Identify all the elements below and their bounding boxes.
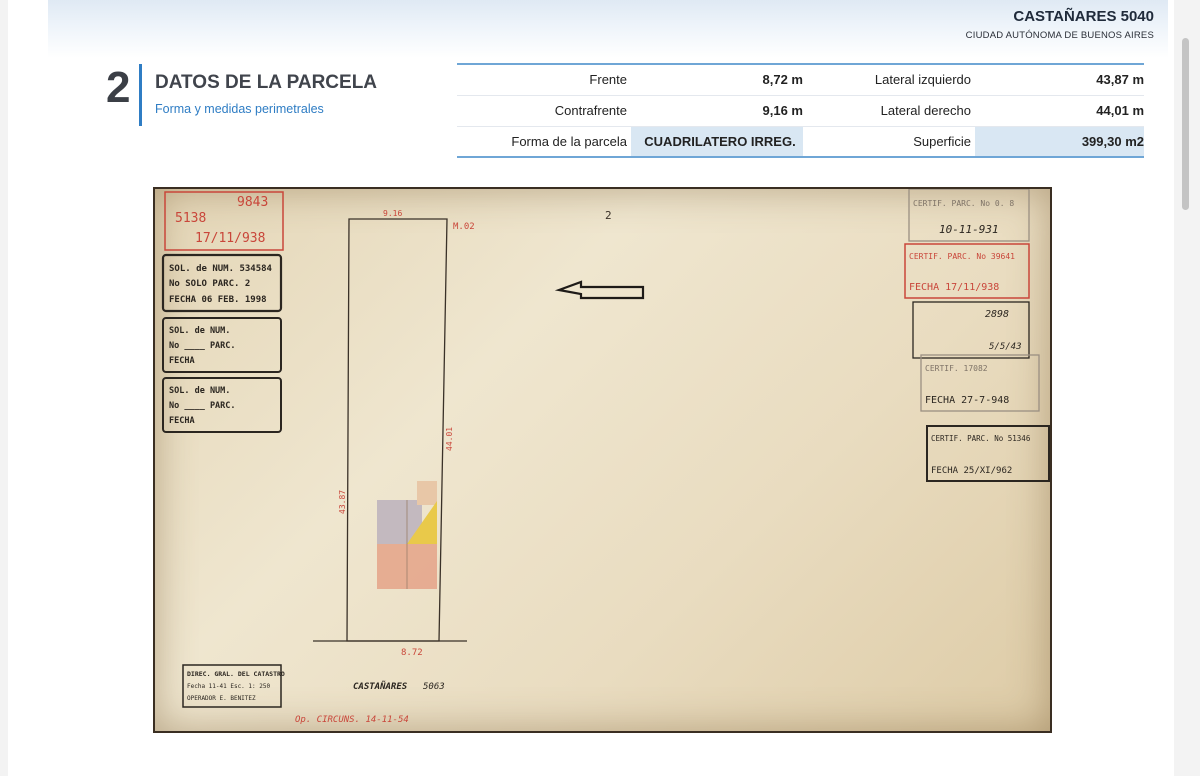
section-title: DATOS DE LA PARCELA <box>155 72 378 93</box>
right-stamp1-line2: 10-11-931 <box>939 223 999 236</box>
table-row: Frente 8,72 m Lateral izquierdo 43,87 m <box>457 63 1144 96</box>
stamp-sol1-line2: No SOLO PARC. 2 <box>169 279 250 289</box>
stamp-sol1-line3: FECHA 06 FEB. 1998 <box>169 295 267 305</box>
lateral-izq-label: Lateral izquierdo <box>803 63 975 96</box>
lateral-izq-value: 43,87 m <box>975 63 1144 96</box>
right-stamp1-line1: CERTIF. PARC. No 0. 8 <box>913 199 1014 208</box>
stamp-sol3-line3: FECHA <box>169 416 195 426</box>
lot-right-label: M.02 <box>453 222 475 232</box>
catastro-line1: DIREC. GRAL. DEL CATASTRO <box>187 670 285 678</box>
stamp-sol2-line2: No ____ PARC. <box>169 341 236 351</box>
frente-value: 8,72 m <box>631 63 803 96</box>
street-number: 5063 <box>423 682 445 692</box>
right-stamp2-line1: CERTIF. PARC. No 39641 <box>909 252 1015 261</box>
section-number: 2 <box>106 63 131 112</box>
header-band <box>48 0 1168 58</box>
forma-label: Forma de la parcela <box>457 126 631 158</box>
scrollbar-thumb[interactable] <box>1182 38 1189 210</box>
right-stamp3-line2: 5/5/43 <box>989 342 1022 352</box>
lateral-der-label: Lateral derecho <box>803 95 975 127</box>
right-stamp5-line2: FECHA 25/XI/962 <box>931 466 1012 476</box>
bottom-note: Op. CIRCUNS. 14-11-54 <box>295 715 409 725</box>
stamp-sol3-line1: SOL. de NUM. <box>169 386 230 396</box>
city-subtitle: CIUDAD AUTÓNOMA DE BUENOS AIRES <box>965 30 1154 41</box>
frente-label: Frente <box>457 63 631 96</box>
address-title: CASTAÑARES 5040 <box>1013 8 1154 25</box>
stamp-tl-line3: 17/11/938 <box>195 231 265 246</box>
right-stamp5-line1: CERTIF. PARC. No 51346 <box>931 434 1031 443</box>
catastro-line2: Fecha 11-41 Esc. 1: 250 <box>187 683 270 690</box>
stamp-tl-line1: 9843 <box>237 195 268 210</box>
stamp-sol2-line3: FECHA <box>169 356 195 366</box>
superficie-label: Superficie <box>803 126 975 158</box>
left-measure: 43.87 <box>338 490 347 514</box>
lateral-der-value: 44,01 m <box>975 95 1144 127</box>
contrafrente-value: 9,16 m <box>631 95 803 127</box>
street-name: CASTAÑARES <box>353 681 408 692</box>
right-stamp4-line2: FECHA 27-7-948 <box>925 395 1009 406</box>
stamp-tl-line2: 5138 <box>175 211 206 226</box>
stamp-sol3-line2: No ____ PARC. <box>169 401 236 411</box>
table-row: Forma de la parcela CUADRILATERO IRREG. … <box>457 126 1144 158</box>
superficie-value: 399,30 m2 <box>975 126 1144 158</box>
contrafrente-label: Contrafrente <box>457 95 631 127</box>
document-page: CASTAÑARES 5040 CIUDAD AUTÓNOMA DE BUENO… <box>8 0 1174 776</box>
right-stamp3-line1: 2898 <box>985 309 1009 320</box>
top-measure: 9.16 <box>383 209 402 218</box>
section-accent-bar <box>139 64 142 126</box>
stamp-sol2-line1: SOL. de NUM. <box>169 326 230 336</box>
cadastral-plan-image: 9843 5138 17/11/938 SOL. de NUM. 534584 … <box>153 187 1052 733</box>
bottom-measure: 8.72 <box>401 648 423 658</box>
top-code: 2 <box>605 209 612 222</box>
orientation-arrow <box>554 280 645 300</box>
stamp-sol1-line1: SOL. de NUM. 534584 <box>169 264 273 274</box>
catastro-line3: OPERADOR E. BENITEZ <box>187 695 256 702</box>
right-stamp2-line2: FECHA 17/11/938 <box>909 282 999 293</box>
cadastral-plan-drawing: 9843 5138 17/11/938 SOL. de NUM. 534584 … <box>161 189 1050 725</box>
right-stamp4-line1: CERTIF. 17082 <box>925 364 988 373</box>
right-measure: 44.01 <box>445 427 454 451</box>
table-row: Contrafrente 9,16 m Lateral derecho 44,0… <box>457 95 1144 127</box>
section-subtitle: Forma y medidas perimetrales <box>155 102 324 116</box>
parcel-measures-table: Frente 8,72 m Lateral izquierdo 43,87 m … <box>457 63 1144 158</box>
building-block-top <box>417 481 437 505</box>
forma-value: CUADRILATERO IRREG. <box>631 126 803 158</box>
